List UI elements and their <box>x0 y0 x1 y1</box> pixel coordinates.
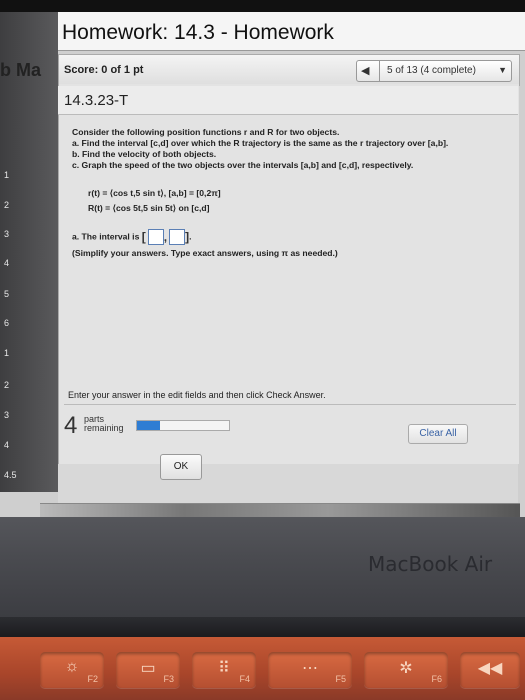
navigator-divider <box>379 61 380 81</box>
question-id: 14.3.23-T <box>64 92 129 109</box>
answer-prompt: a. The interval is <box>72 231 140 242</box>
screen-bezel-top <box>0 0 525 12</box>
rewind-icon: ◀◀ <box>477 660 503 677</box>
panel-divider <box>64 404 516 405</box>
keyboard-backlight-down-key[interactable]: ⋯ F5 <box>268 652 352 688</box>
problem-part-c: c. Graph the speed of the two objects ov… <box>72 160 414 170</box>
previous-question-icon[interactable]: ◀ <box>361 64 369 77</box>
parts-progress-fill <box>137 421 160 430</box>
parts-progress-bar <box>136 420 230 431</box>
keyboard: ☼ F2 ▭ F3 ⠿ F4 ⋯ F5 ✲ F6 ◀◀ <box>0 637 525 700</box>
problem-part-b: b. Find the velocity of both objects. <box>72 149 217 159</box>
question-progress: 5 of 13 (4 complete) <box>387 65 476 76</box>
strip-item: 1 <box>4 348 10 358</box>
question-dropdown-icon[interactable]: ▼ <box>498 65 507 75</box>
strip-item: 4 <box>4 258 10 268</box>
left-strip: 1 2 3 4 5 6 1 2 3 4 4.5 <box>0 12 58 492</box>
rewind-key[interactable]: ◀◀ <box>460 652 520 688</box>
device-label: MacBook Air <box>368 552 493 576</box>
question-navigator[interactable]: ◀ 5 of 13 (4 complete) ▼ <box>356 60 512 82</box>
strip-item: 1 <box>4 170 10 180</box>
interval-end-input[interactable] <box>169 229 186 245</box>
strip-item: 3 <box>4 410 10 420</box>
open-bracket: [ <box>141 230 146 244</box>
strip-item: 4 <box>4 440 10 450</box>
homework-title: Homework: 14.3 - Homework <box>62 21 334 44</box>
dock <box>40 503 520 518</box>
strip-item: 6 <box>4 318 10 328</box>
interval-start-input[interactable] <box>147 229 164 245</box>
problem-intro: Consider the following position function… <box>72 127 340 137</box>
score-label: Score: 0 of 1 pt <box>64 64 144 76</box>
strip-item: 3 <box>4 229 10 239</box>
comma: , <box>163 230 168 244</box>
brightness-up-key[interactable]: ☼ F2 <box>40 652 104 688</box>
mission-control-key[interactable]: ▭ F3 <box>116 652 180 688</box>
bottom-area <box>58 464 518 506</box>
R-function: R(t) = ⟨cos 5t,5 sin 5t⟩ on [c,d] <box>88 203 210 213</box>
clear-all-button[interactable]: Clear All <box>408 424 468 444</box>
parts-remaining-label: parts remaining <box>84 414 124 433</box>
ok-button[interactable]: OK <box>160 454 202 480</box>
strip-item: 2 <box>4 200 10 210</box>
background-page-title: b Ma <box>0 60 42 80</box>
strip-item: 4.5 <box>4 470 17 480</box>
instruction-text: Enter your answer in the edit fields and… <box>68 390 326 400</box>
laptop-hinge <box>0 617 525 637</box>
keyboard-backlight-up-key[interactable]: ✲ F6 <box>364 652 448 688</box>
parts-remaining-count: 4 <box>64 412 78 439</box>
r-function: r(t) = ⟨cos t,5 sin t⟩, [a,b] = [0,2π] <box>88 188 221 198</box>
close-bracket: ] <box>185 230 190 244</box>
strip-item: 5 <box>4 289 10 299</box>
answer-row: a. The interval is [,]. <box>72 229 192 245</box>
problem-part-a: a. Find the interval [c,d] over which th… <box>72 138 449 148</box>
launchpad-key[interactable]: ⠿ F4 <box>192 652 256 688</box>
answer-hint: (Simplify your answers. Type exact answe… <box>72 248 338 258</box>
strip-item: 2 <box>4 380 10 390</box>
